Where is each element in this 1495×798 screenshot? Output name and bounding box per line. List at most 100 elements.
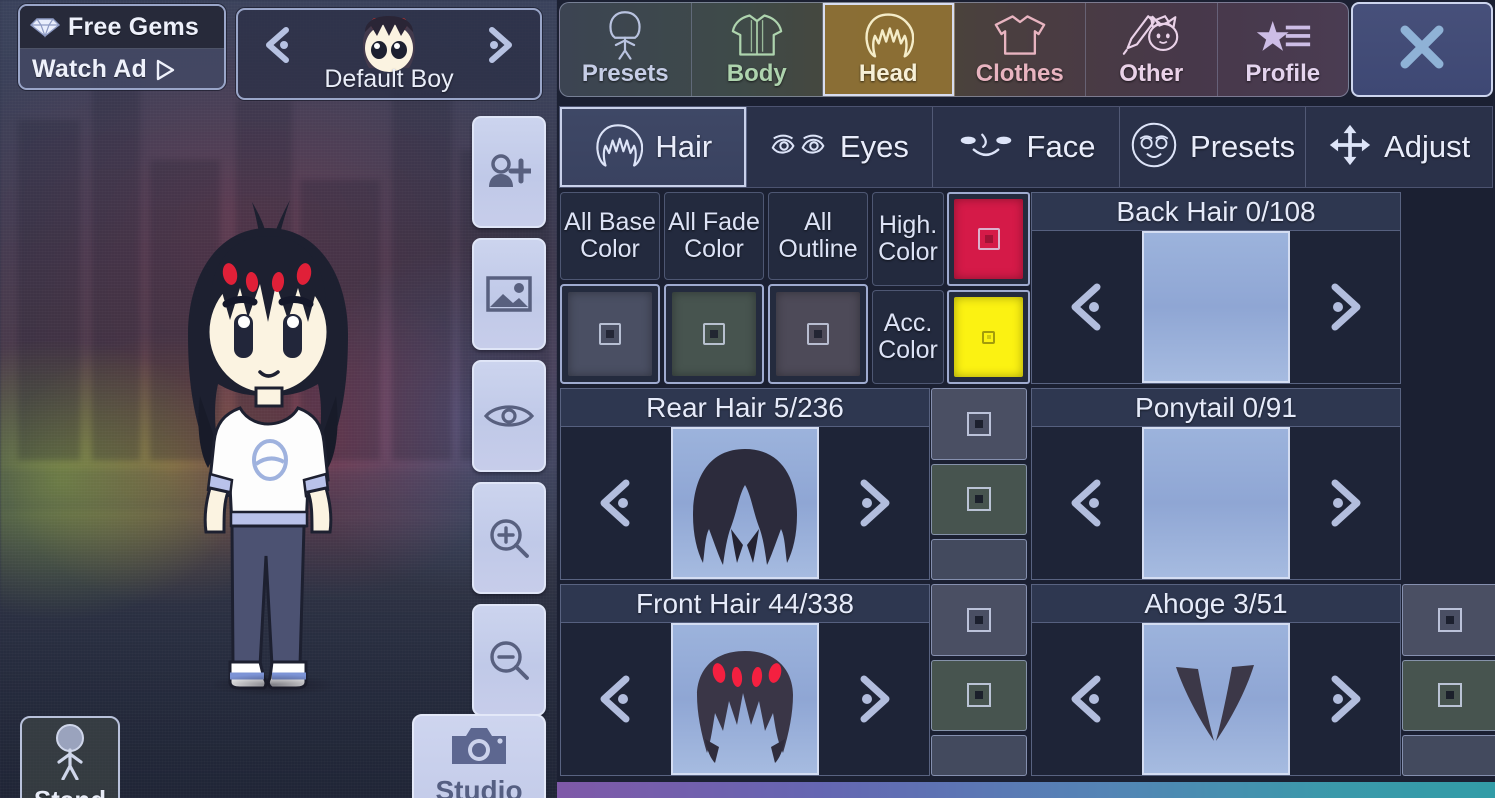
tab-profile-label: Profile [1245, 60, 1321, 87]
character-avatar[interactable] [148, 196, 388, 716]
subtab-eyes[interactable]: Eyes [747, 107, 934, 187]
all-fade-color-label-line2: Color [684, 235, 744, 263]
ahoge-swatch-column [1402, 584, 1495, 777]
rear-hair-title: Rear Hair 5/236 [561, 389, 929, 427]
accent-color-label-line2: Color [878, 336, 938, 364]
ponytail-prev-button[interactable] [1032, 427, 1142, 579]
hair-icon [593, 122, 644, 173]
tab-clothes[interactable]: Clothes [955, 3, 1086, 96]
tab-presets[interactable]: Presets [560, 3, 692, 96]
tab-profile[interactable]: Profile [1218, 3, 1349, 96]
ahoge-prev-button[interactable] [1032, 623, 1142, 775]
all-base-color-control[interactable]: All Base Color [560, 192, 660, 384]
ponytail-thumbnail[interactable] [1142, 427, 1290, 579]
all-outline-label-line1: All [804, 208, 832, 236]
subtab-adjust-label: Adjust [1384, 129, 1471, 164]
zoom-in-button[interactable] [472, 482, 546, 594]
background-button[interactable] [472, 238, 546, 350]
all-base-color-label-box[interactable]: All Base Color [560, 192, 660, 280]
all-outline-label-line2: Outline [778, 235, 858, 263]
tab-head[interactable]: Head [823, 3, 955, 96]
tab-body-label: Body [726, 60, 787, 87]
jacket-icon [731, 8, 783, 62]
swatch-center-marker [703, 323, 725, 345]
front-hair-outline-color-swatch[interactable] [931, 735, 1027, 777]
swatch-center-marker [807, 323, 829, 345]
free-gems-panel[interactable]: Free Gems Watch Ad [18, 4, 226, 90]
subtab-eyes-label: Eyes [839, 129, 909, 164]
rear-hair-outline-color-swatch[interactable] [931, 539, 1027, 581]
tab-other[interactable]: Other [1086, 3, 1218, 96]
subtab-face[interactable]: Face [933, 107, 1120, 187]
tab-body[interactable]: Body [692, 3, 823, 96]
zoom-out-button[interactable] [472, 604, 546, 716]
subtab-face-label: Face [1026, 129, 1096, 164]
character-name-label: Default Boy [324, 65, 454, 93]
ahoge-next-button[interactable] [1290, 623, 1400, 775]
back-hair-prev-button[interactable] [1032, 231, 1142, 383]
all-outline-label-box[interactable]: All Outline [768, 192, 868, 280]
free-gems-button[interactable]: Free Gems [20, 6, 224, 49]
front-hair-prev-button[interactable] [561, 623, 671, 775]
all-base-color-label-line2: Color [580, 235, 640, 263]
tab-clothes-label: Clothes [975, 60, 1064, 87]
all-fade-color-control[interactable]: All Fade Color [664, 192, 764, 384]
accent-color-control[interactable]: Acc. Color [872, 290, 1030, 384]
rear-hair-prev-button[interactable] [561, 427, 671, 579]
accent-color-label-box[interactable]: Acc. Color [872, 290, 944, 384]
back-hair-next-button[interactable] [1290, 231, 1400, 383]
all-fade-color-label-line1: All Fade [668, 208, 760, 236]
ponytail-panel: Ponytail 0/91 [1031, 388, 1401, 580]
character-preview-stage[interactable]: Free Gems Watch Ad Default Boy Studio [0, 0, 557, 798]
ahoge-outline-color-swatch[interactable] [1402, 735, 1495, 777]
highlight-color-control[interactable]: High. Color [872, 192, 1030, 286]
rear-hair-base-color-swatch[interactable] [931, 388, 1027, 460]
gacha-character-editor-screen: Free Gems Watch Ad Default Boy Studio Pr… [0, 0, 1495, 798]
front-hair-next-button[interactable] [819, 623, 929, 775]
highlight-color-label-line2: Color [878, 238, 938, 266]
visibility-button[interactable] [472, 360, 546, 472]
chevron-left-icon[interactable] [256, 22, 302, 68]
stand-pose-button[interactable]: Stand [20, 716, 120, 798]
rear-hair-thumbnail[interactable] [671, 427, 819, 579]
highlight-color-swatch[interactable] [947, 192, 1030, 286]
back-hair-thumbnail[interactable] [1142, 231, 1290, 383]
character-selector[interactable]: Default Boy [236, 8, 542, 100]
subtab-presets[interactable]: Presets [1120, 107, 1307, 187]
close-button[interactable] [1351, 2, 1493, 97]
rear-hair-fade-color-swatch[interactable] [931, 463, 1027, 536]
highlight-accent-color-controls: High. Color Acc. Color [872, 192, 1030, 384]
highlight-color-label-box[interactable]: High. Color [872, 192, 944, 286]
front-hair-thumbnail[interactable] [671, 623, 819, 775]
rear-hair-next-button[interactable] [819, 427, 929, 579]
accent-color-swatch[interactable] [947, 290, 1030, 384]
all-outline-color-control[interactable]: All Outline [768, 192, 868, 384]
ahoge-base-color-swatch[interactable] [1402, 584, 1495, 656]
add-character-button[interactable] [472, 116, 546, 228]
ahoge-thumbnail[interactable] [1142, 623, 1290, 775]
bottom-gradient-bar [557, 782, 1495, 798]
person-plus-icon [487, 153, 531, 191]
chevron-right-icon[interactable] [476, 22, 522, 68]
all-fade-color-swatch[interactable] [664, 284, 764, 384]
front-hair-base-color-swatch[interactable] [931, 584, 1027, 656]
subtab-adjust[interactable]: Adjust [1306, 107, 1492, 187]
all-fade-color-label-box[interactable]: All Fade Color [664, 192, 764, 280]
all-base-color-swatch[interactable] [560, 284, 660, 384]
tshirt-icon [994, 8, 1046, 62]
front-hair-title: Front Hair 44/338 [561, 585, 929, 623]
subtab-hair[interactable]: Hair [560, 107, 747, 187]
swatch-center-marker [599, 323, 621, 345]
rear-hair-swatch-column [931, 388, 1027, 581]
front-hair-fade-color-swatch[interactable] [931, 659, 1027, 732]
highlight-color-label-line1: High. [878, 211, 938, 239]
ponytail-next-button[interactable] [1290, 427, 1400, 579]
zoom-in-icon [488, 517, 530, 559]
studio-button[interactable]: Studio [412, 714, 546, 798]
ahoge-fade-color-swatch[interactable] [1402, 659, 1495, 732]
all-outline-color-swatch[interactable] [768, 284, 868, 384]
watch-ad-button[interactable]: Watch Ad [20, 49, 224, 88]
tool-rail [472, 116, 546, 726]
body-figure-icon [605, 8, 645, 62]
tab-other-label: Other [1119, 60, 1184, 87]
